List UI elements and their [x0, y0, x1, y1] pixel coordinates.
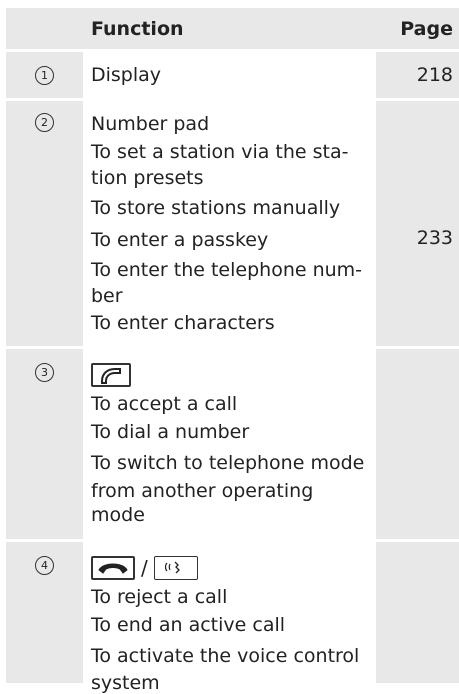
header-function: Function — [83, 8, 376, 49]
function-text: To accept a call — [91, 393, 238, 415]
function-text: Display — [91, 64, 162, 86]
table-row: 4 / To reject a call To end an active ca… — [6, 542, 459, 694]
function-text: To switch to telephone mode — [91, 452, 365, 474]
page-number — [376, 542, 459, 683]
table-row: 1 Display 218 — [6, 52, 459, 98]
function-text: system — [91, 672, 160, 694]
function-text: To enter a passkey — [91, 229, 269, 251]
function-text: To reject a call — [91, 586, 228, 608]
table-header: Function Page — [6, 8, 459, 49]
function-text: To enter characters — [91, 312, 275, 334]
function-text: To enter the telephone num- — [91, 259, 363, 281]
table-row: 3 To accept a call To dial a number To s… — [6, 349, 459, 539]
function-text: To set a station via the sta- — [91, 141, 349, 163]
page-number: 233 — [376, 101, 459, 346]
function-text: tion presets — [91, 167, 204, 189]
table-row: 2 Number pad To set a station via the st… — [6, 101, 459, 346]
item-number: 3 — [35, 363, 54, 382]
voice-control-icon — [153, 556, 198, 580]
item-number: 2 — [35, 113, 54, 132]
function-text: Number pad — [91, 113, 210, 135]
phone-end-icon — [91, 556, 135, 580]
item-number: 4 — [35, 556, 54, 575]
header-page: Page — [376, 8, 459, 49]
phone-accept-icon — [91, 363, 131, 387]
function-text: To dial a number — [91, 421, 250, 443]
function-text: To activate the voice control — [91, 645, 360, 667]
function-text: from another operating — [91, 480, 314, 502]
function-text: To store stations manually — [91, 197, 341, 219]
page-number — [376, 349, 459, 539]
function-text: mode — [91, 504, 145, 526]
function-text: ber — [91, 285, 123, 307]
page-number: 218 — [376, 52, 459, 98]
item-number: 1 — [35, 66, 54, 85]
function-text: To end an active call — [91, 614, 286, 636]
header-num-cell — [6, 8, 83, 49]
function-table: Function Page 1 Display 218 2 Number pad… — [6, 8, 459, 694]
